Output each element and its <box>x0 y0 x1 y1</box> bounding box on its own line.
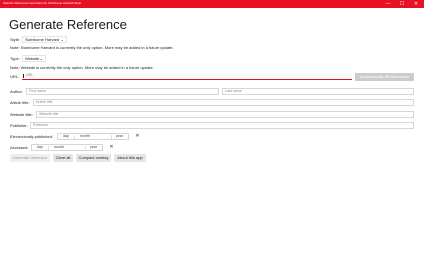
published-label: Electronically published: <box>10 134 53 139</box>
published-year: year <box>116 134 123 138</box>
article-title-input[interactable]: Article title <box>33 99 414 106</box>
clear-published-date-button[interactable]: ✕ <box>134 133 141 140</box>
type-label: Type: <box>10 56 20 61</box>
clear-accessed-date-button[interactable]: ✕ <box>108 144 115 151</box>
clear-all-button[interactable]: Clear all <box>53 154 73 162</box>
date-divider <box>74 135 75 139</box>
title-bar: Website Reference Generator for Swinburn… <box>0 0 424 8</box>
type-dropdown-value: Website <box>25 56 40 61</box>
publisher-label: Publisher: <box>10 123 28 128</box>
style-note: Note: Swinburne Harvard is currently the… <box>10 45 174 50</box>
published-date-picker[interactable]: day month year <box>57 133 129 140</box>
about-button[interactable]: About this app <box>114 154 146 162</box>
website-title-label: Website title: <box>10 112 33 117</box>
date-divider <box>85 146 86 150</box>
style-dropdown-value: Swinburne Harvard <box>25 37 60 42</box>
author-label: Author: <box>10 89 23 94</box>
author-first-name-input[interactable]: First name <box>26 88 219 95</box>
url-placeholder: URL <box>26 73 34 77</box>
published-month: month <box>80 134 90 138</box>
url-label: URL: <box>10 74 20 79</box>
publisher-input[interactable]: Publisher <box>30 122 414 129</box>
chevron-down-icon: ⌄ <box>60 37 64 42</box>
website-title-input[interactable]: Website title <box>36 111 414 118</box>
article-title-label: Article title: <box>10 100 30 105</box>
author-last-name-input[interactable]: Last name <box>222 88 414 95</box>
chevron-down-icon: ⌄ <box>39 56 43 61</box>
type-dropdown[interactable]: Website ⌄ <box>22 55 46 62</box>
compact-overlay-button[interactable]: Compact overlay <box>76 154 111 162</box>
minimize-button[interactable]: — <box>383 0 393 8</box>
style-dropdown[interactable]: Swinburne Harvard ⌄ <box>22 36 67 43</box>
date-divider <box>111 135 112 139</box>
auto-fill-button[interactable]: Automatically fill information <box>355 73 414 81</box>
accessed-label: Accessed: <box>10 145 29 150</box>
style-label: Style: <box>10 37 21 42</box>
date-divider <box>48 146 49 150</box>
accessed-month: month <box>54 145 64 149</box>
accessed-date-picker[interactable]: day month year <box>31 144 103 151</box>
generate-reference-button[interactable]: Generate reference <box>10 154 50 162</box>
type-note: Note: Website is currently the only opti… <box>10 65 154 70</box>
maximize-button[interactable]: ☐ <box>397 0 407 8</box>
accessed-year: year <box>90 145 97 149</box>
accessed-day: day <box>37 145 43 149</box>
text-caret <box>23 74 24 78</box>
window-title: Website Reference Generator for Swinburn… <box>3 1 82 5</box>
url-input[interactable]: URL <box>22 73 352 80</box>
published-day: day <box>63 134 69 138</box>
page-title: Generate Reference <box>9 17 127 32</box>
close-button[interactable]: ✕ <box>411 0 421 8</box>
